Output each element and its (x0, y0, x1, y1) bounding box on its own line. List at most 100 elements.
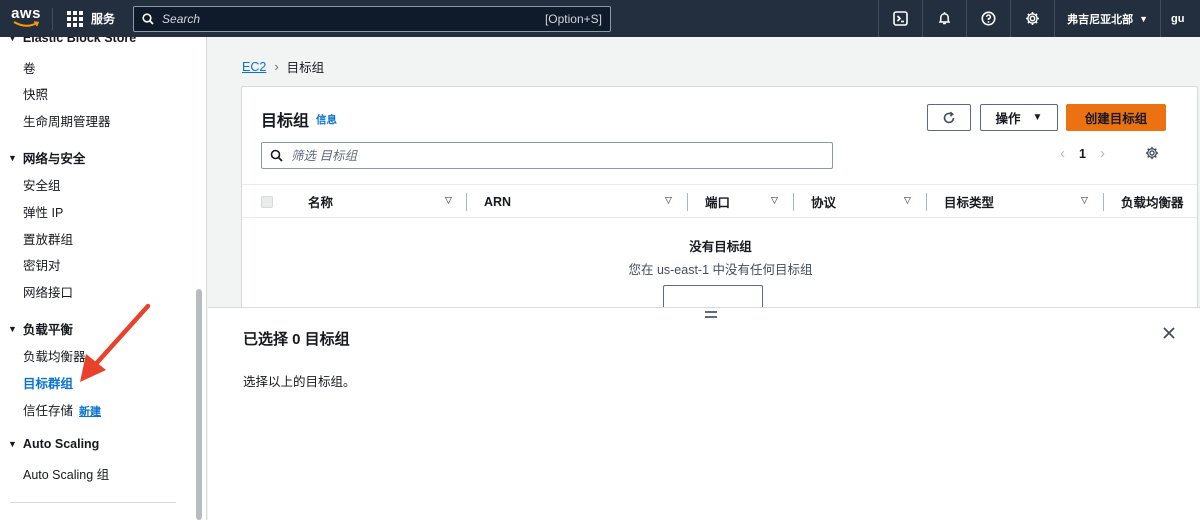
search-icon (270, 149, 283, 162)
sidebar-item-load-balancers[interactable]: 负载均衡器 (23, 346, 86, 365)
account-label: gu (1171, 12, 1185, 25)
target-groups-table-container: 目标组 信息 操作 ▼ 创建目标组 ‹ 1 › 名称 ▽ ARN ▽ (241, 86, 1198, 311)
sidebar-section-auto-scaling[interactable]: ▼ Auto Scaling (8, 437, 99, 451)
global-search-box[interactable]: [Option+S] (133, 5, 612, 32)
new-badge: 新建 (79, 406, 102, 418)
caret-down-icon: ▼ (8, 152, 17, 163)
column-header-protocol[interactable]: 协议 (811, 185, 836, 218)
top-navigation-bar: aws 服务 [Option+S] 弗吉尼亚北部 ▼ gu (0, 0, 1200, 37)
search-icon (142, 12, 154, 25)
column-resizer[interactable] (1103, 193, 1104, 211)
actions-dropdown-button[interactable]: 操作 ▼ (980, 104, 1058, 131)
select-all-checkbox[interactable] (261, 196, 273, 208)
sidebar-section-label: 网络与安全 (22, 152, 86, 166)
settings-button[interactable] (1010, 0, 1054, 37)
grid-icon (67, 10, 83, 27)
previous-page-button[interactable]: ‹ (1060, 145, 1065, 162)
sidebar-item-key-pairs[interactable]: 密钥对 (23, 255, 61, 274)
aws-logo[interactable]: aws (0, 0, 52, 37)
aws-smile-icon (13, 21, 39, 27)
table-header: 名称 ▽ ARN ▽ 端口 ▽ 协议 ▽ 目标类型 ▽ 负载均衡器 (242, 184, 1197, 218)
empty-state-description: 您在 us-east-1 中没有任何目标组 (628, 263, 813, 277)
sidebar-item-target-groups[interactable]: 目标群组 (23, 373, 73, 392)
region-label: 弗吉尼亚北部 (1067, 13, 1134, 26)
refresh-button[interactable] (927, 104, 971, 131)
sidebar-section-label: Auto Scaling (22, 437, 100, 451)
sidebar-scrollbar[interactable] (196, 289, 202, 520)
split-panel: 已选择 0 目标组 选择以上的目标组。 (208, 307, 1200, 520)
sidebar-item-elastic-ip[interactable]: 弹性 IP (23, 202, 63, 221)
chevron-right-icon: › (274, 59, 279, 74)
caret-down-icon: ▼ (1032, 112, 1043, 123)
actions-label: 操作 (995, 112, 1021, 126)
sidebar-item-volumes[interactable]: 卷 (23, 58, 36, 77)
sidebar-section-label: Elastic Block Store (22, 37, 137, 45)
column-resizer[interactable] (687, 193, 688, 211)
info-link[interactable]: 信息 (316, 112, 337, 127)
help-button[interactable] (966, 0, 1010, 37)
create-target-group-button[interactable]: 创建目标组 (1066, 104, 1166, 131)
search-shortcut-hint: [Option+S] (544, 11, 603, 26)
sidebar-item-auto-scaling-groups[interactable]: Auto Scaling 组 (23, 464, 109, 483)
column-header-load-balancer[interactable]: 负载均衡器 (1121, 185, 1184, 218)
refresh-icon (943, 111, 955, 123)
services-menu-button[interactable]: 服务 (53, 0, 127, 37)
services-label: 服务 (91, 12, 116, 26)
split-panel-resize-handle[interactable] (705, 311, 717, 321)
sidebar-section-network-security[interactable]: ▼ 网络与安全 (8, 148, 85, 167)
filter-box[interactable] (261, 142, 833, 169)
sidebar-section-label: 负载平衡 (22, 323, 73, 337)
help-icon (981, 11, 996, 26)
breadcrumb: EC2 › 目标组 (242, 57, 324, 76)
pagination: ‹ 1 › (1060, 145, 1105, 162)
side-navigation: ▼ Elastic Block Store 卷 快照 生命周期管理器 ▼ 网络与… (0, 37, 207, 520)
sort-caret-icon[interactable]: ▽ (771, 195, 778, 206)
sidebar-item-placement-groups[interactable]: 置放群组 (23, 229, 73, 248)
page-title: 目标组 (261, 113, 310, 130)
column-resizer[interactable] (926, 193, 927, 211)
column-resizer[interactable] (466, 193, 467, 211)
column-resizer[interactable] (793, 193, 794, 211)
breadcrumb-current: 目标组 (286, 61, 325, 75)
sidebar-item-security-groups[interactable]: 安全组 (23, 175, 61, 194)
sidebar-item-label: 信任存储 (23, 404, 74, 418)
empty-state-title: 没有目标组 (689, 240, 752, 254)
current-page-number[interactable]: 1 (1079, 147, 1086, 161)
next-page-button[interactable]: › (1100, 145, 1105, 162)
column-header-arn[interactable]: ARN (484, 185, 511, 218)
sidebar-section-load-balancing[interactable]: ▼ 负载平衡 (8, 319, 73, 338)
region-selector[interactable]: 弗吉尼亚北部 ▼ (1054, 0, 1160, 37)
column-header-name[interactable]: 名称 (308, 185, 333, 218)
caret-down-icon: ▼ (8, 439, 17, 449)
gear-icon (1145, 146, 1159, 160)
sort-caret-icon[interactable]: ▽ (445, 195, 452, 206)
sidebar-item-network-interfaces[interactable]: 网络接口 (23, 282, 73, 301)
filter-input[interactable] (291, 148, 824, 163)
sort-caret-icon[interactable]: ▽ (665, 195, 672, 206)
sidebar-item-trust-stores[interactable]: 信任存储 新建 (23, 400, 101, 419)
caret-down-icon: ▼ (1139, 13, 1148, 24)
close-icon (1163, 327, 1175, 339)
table-preferences-button[interactable] (1145, 146, 1159, 163)
sidebar-divider (10, 502, 176, 503)
column-header-target-type[interactable]: 目标类型 (944, 185, 994, 218)
sidebar-section-ebs[interactable]: ▼ Elastic Block Store (8, 37, 136, 45)
sort-caret-icon[interactable]: ▽ (904, 195, 911, 206)
gear-icon (1026, 12, 1040, 25)
search-input[interactable] (162, 11, 537, 26)
notifications-button[interactable] (922, 0, 966, 37)
column-header-port[interactable]: 端口 (705, 185, 730, 218)
cloudshell-icon (893, 11, 908, 26)
split-panel-message: 选择以上的目标组。 (243, 375, 356, 389)
breadcrumb-link-ec2[interactable]: EC2 (242, 60, 266, 74)
sort-caret-icon[interactable]: ▽ (1081, 195, 1088, 206)
sidebar-item-snapshots[interactable]: 快照 (23, 84, 48, 103)
bell-icon (938, 12, 951, 25)
caret-down-icon: ▼ (8, 37, 17, 43)
sidebar-item-lifecycle-manager[interactable]: 生命周期管理器 (23, 111, 111, 130)
close-button[interactable] (1163, 327, 1175, 342)
account-menu[interactable]: gu (1160, 0, 1200, 37)
split-panel-title: 已选择 0 目标组 (243, 331, 350, 348)
caret-down-icon: ▼ (8, 323, 17, 334)
cloudshell-button[interactable] (878, 0, 922, 37)
